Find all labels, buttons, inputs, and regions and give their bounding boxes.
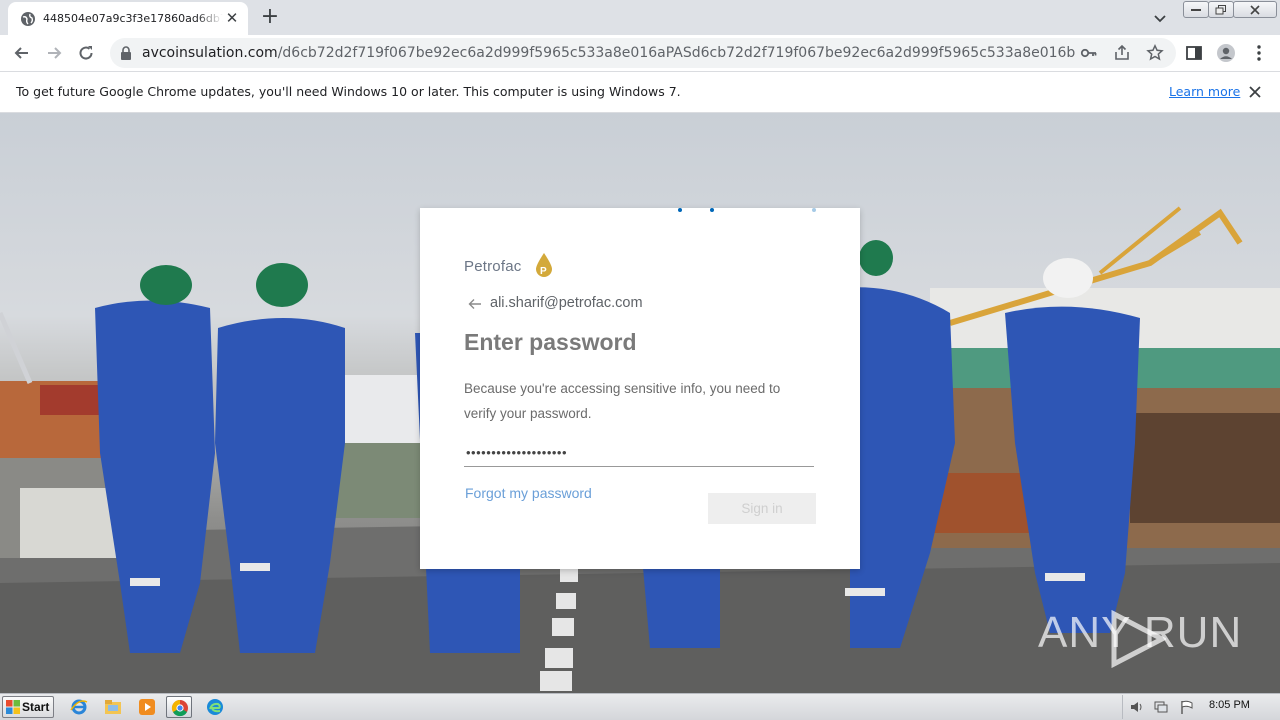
internet-explorer-icon xyxy=(70,699,88,715)
progress-dot xyxy=(678,208,682,212)
windows-taskbar: Start 8:05 PM xyxy=(0,693,1280,720)
browser-toolbar: avcoinsulation.com/d6cb72d2f719f067be92e… xyxy=(0,35,1280,71)
sign-in-button[interactable]: Sign in xyxy=(708,493,816,524)
description-text: Because you're accessing sensitive info,… xyxy=(464,381,781,421)
arrow-right-icon xyxy=(48,47,62,59)
infobar-message: To get future Google Chrome updates, you… xyxy=(16,84,681,99)
profile-button[interactable] xyxy=(1214,41,1238,65)
kebab-menu-icon xyxy=(1257,45,1261,61)
forgot-password-link[interactable]: Forgot my password xyxy=(465,485,592,501)
learn-more-link[interactable]: Learn more xyxy=(1169,84,1240,100)
new-tab-button[interactable]: + xyxy=(258,6,282,30)
edge-icon xyxy=(207,699,223,715)
window-close-button[interactable] xyxy=(1233,1,1277,18)
account-identity: ali.sharif@petrofac.com xyxy=(490,295,643,311)
taskbar-clock: 8:05 PM xyxy=(1209,699,1250,711)
petrofac-drop-icon: P xyxy=(536,253,552,277)
reload-button[interactable] xyxy=(74,41,98,65)
system-tray: 8:05 PM xyxy=(1122,695,1278,719)
page-title: Enter password xyxy=(464,329,637,355)
browser-tab[interactable]: 448504e07a9c3f3e17860ad6db716 ✕ xyxy=(8,2,248,35)
update-infobar: To get future Google Chrome updates, you… xyxy=(0,71,1280,113)
side-panel-icon xyxy=(1186,46,1202,60)
back-arrow-icon[interactable] xyxy=(468,297,482,311)
key-icon[interactable] xyxy=(1080,44,1098,62)
chrome-icon xyxy=(171,699,188,717)
start-button[interactable]: Start xyxy=(2,696,54,718)
share-icon[interactable] xyxy=(1113,44,1131,62)
taskbar-internet-explorer[interactable] xyxy=(66,696,92,718)
window-minimize-button[interactable] xyxy=(1183,1,1209,18)
avatar-icon xyxy=(1217,44,1235,62)
arrow-left-icon xyxy=(14,47,28,59)
anyrun-watermark: ANY RUN xyxy=(1038,608,1242,668)
folder-icon xyxy=(105,700,121,714)
svg-text:P: P xyxy=(540,266,547,277)
login-card: Petrofac P ali.sharif@petrofac.com Enter… xyxy=(420,208,860,569)
media-player-icon xyxy=(139,699,155,715)
lock-icon[interactable] xyxy=(120,46,132,60)
tab-search-chevron-icon[interactable] xyxy=(1150,8,1170,28)
action-center-flag-icon[interactable] xyxy=(1179,699,1195,715)
progress-dot xyxy=(812,208,816,212)
tab-strip: 448504e07a9c3f3e17860ad6db716 ✕ + xyxy=(0,0,1280,35)
play-triangle-icon xyxy=(1111,610,1166,668)
tab-title: 448504e07a9c3f3e17860ad6db716 xyxy=(43,12,223,25)
forward-button[interactable] xyxy=(42,41,66,65)
password-field[interactable] xyxy=(464,438,814,467)
taskbar-file-explorer[interactable] xyxy=(100,696,126,718)
volume-icon[interactable] xyxy=(1129,699,1145,715)
globe-icon xyxy=(21,12,35,26)
web-page: Petrofac P ali.sharif@petrofac.com Enter… xyxy=(0,113,1280,693)
menu-button[interactable] xyxy=(1247,41,1271,65)
brand-name: Petrofac xyxy=(464,258,522,275)
progress-dot xyxy=(710,208,714,212)
close-icon[interactable] xyxy=(1246,83,1264,101)
tab-close-icon[interactable]: ✕ xyxy=(224,10,240,26)
address-bar[interactable]: avcoinsulation.com/d6cb72d2f719f067be92e… xyxy=(110,38,1176,68)
windows-logo-icon xyxy=(6,700,20,714)
start-label: Start xyxy=(22,700,50,714)
network-icon[interactable] xyxy=(1153,699,1169,715)
url-text[interactable]: avcoinsulation.com/d6cb72d2f719f067be92e… xyxy=(142,45,1075,61)
reload-icon xyxy=(79,46,93,60)
star-icon[interactable] xyxy=(1146,44,1164,62)
window-maximize-button[interactable] xyxy=(1208,1,1234,18)
taskbar-chrome[interactable] xyxy=(166,696,192,718)
side-panel-button[interactable] xyxy=(1182,41,1206,65)
back-button[interactable] xyxy=(10,41,34,65)
taskbar-media-player[interactable] xyxy=(134,696,160,718)
taskbar-edge[interactable] xyxy=(202,696,228,718)
